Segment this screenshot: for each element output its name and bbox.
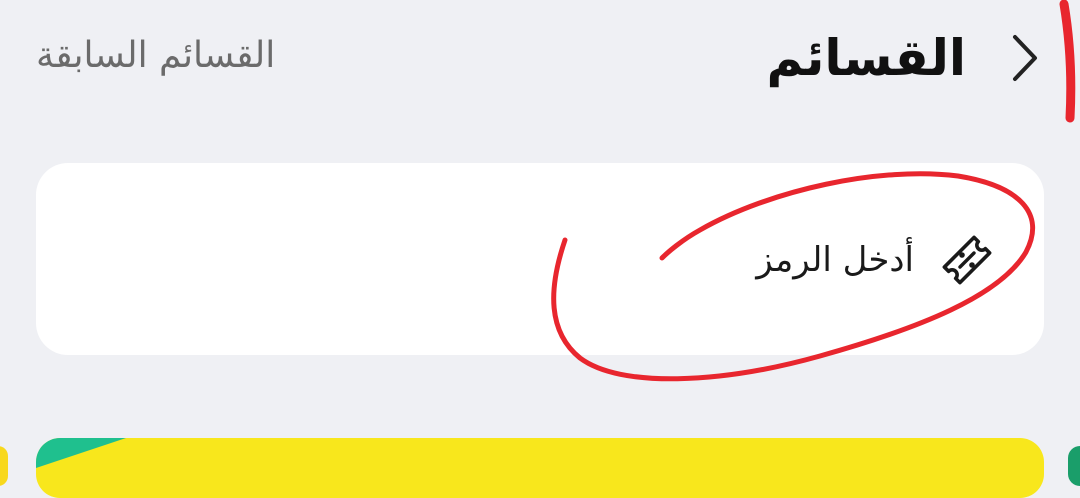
left-card-peek <box>0 446 8 486</box>
coupon-ticket-icon <box>942 235 992 285</box>
header-bar: القسائم القسائم السابقة <box>0 0 1080 120</box>
promo-banner[interactable] <box>36 438 1044 498</box>
back-button[interactable] <box>996 30 1052 86</box>
enter-code-button[interactable]: أدخل الرمز <box>756 229 998 291</box>
chevron-right-icon <box>1013 35 1037 81</box>
banner-accent-shape <box>36 438 126 468</box>
voucher-code-card: أدخل الرمز <box>36 163 1044 355</box>
right-card-peek <box>1068 446 1080 486</box>
previous-vouchers-link[interactable]: القسائم السابقة <box>36 30 275 82</box>
page-title: القسائم <box>766 29 966 87</box>
enter-code-label: أدخل الرمز <box>756 240 914 280</box>
